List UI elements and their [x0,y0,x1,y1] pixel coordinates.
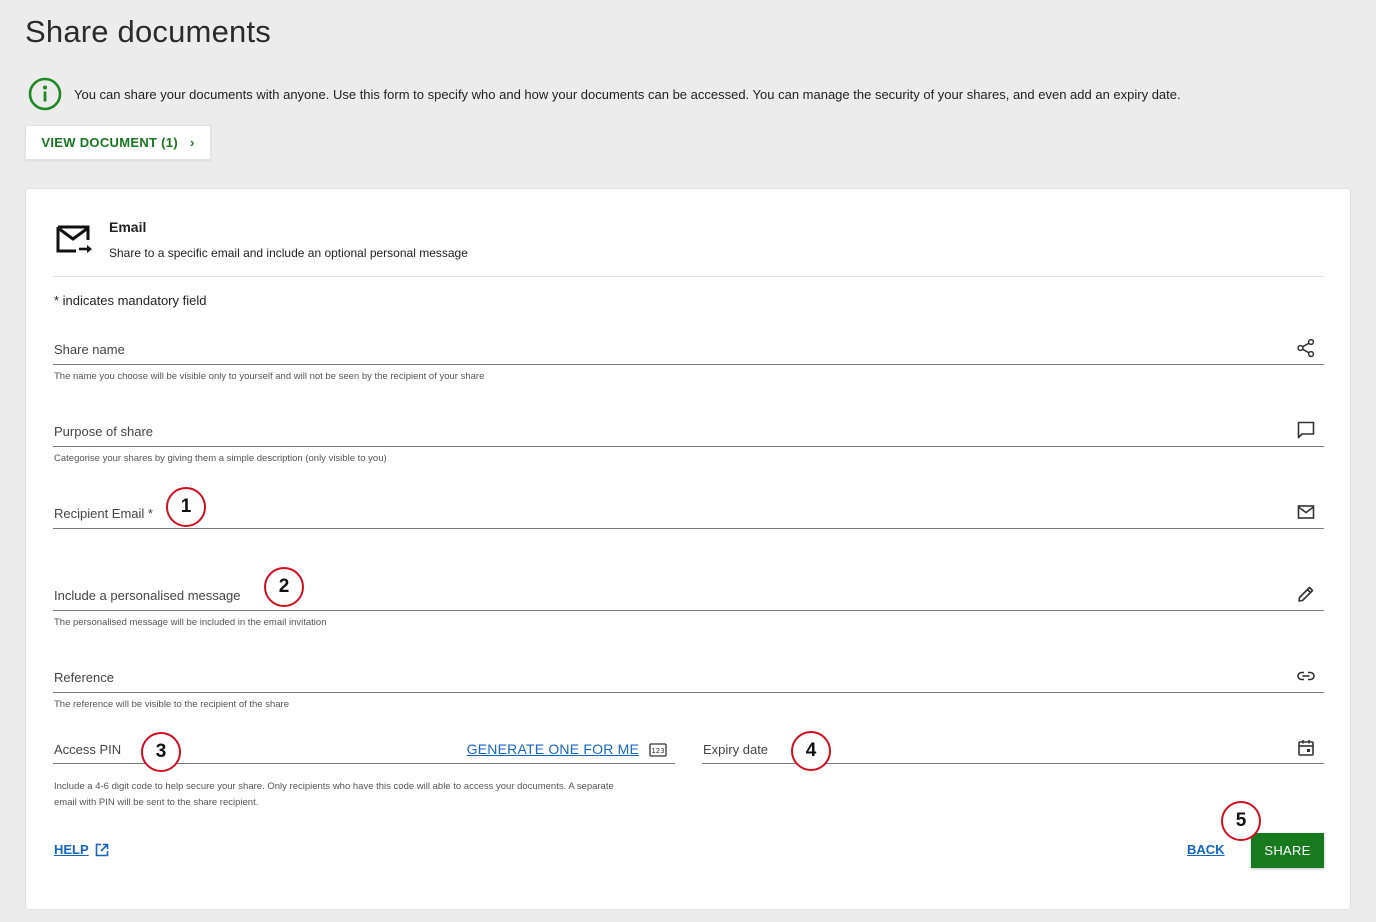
share-button[interactable]: SHARE [1251,833,1324,868]
reference-hint: The reference will be visible to the rec… [54,699,289,710]
chevron-right-icon: › [189,135,195,150]
page-title: Share documents [25,14,271,49]
email-send-icon [56,225,92,253]
access-pin-label: Access PIN [54,742,122,757]
view-document-button[interactable]: VIEW DOCUMENT (1) › [25,125,211,160]
generate-pin-link[interactable]: GENERATE ONE FOR ME [467,741,639,757]
info-icon [28,77,62,111]
purpose-label: Purpose of share [54,424,154,439]
svg-text:123: 123 [651,747,664,755]
back-link[interactable]: BACK [1187,842,1225,857]
calendar-icon [1298,740,1314,756]
annotation-marker: 3 [141,732,181,772]
info-text: You can share your documents with anyone… [74,86,1181,102]
pencil-icon [1298,586,1314,602]
link-icon [1297,671,1315,681]
keypad-123-icon: 123 [649,743,667,757]
mandatory-note: * indicates mandatory field [54,293,207,308]
reference-label: Reference [54,670,114,685]
access-pin-hint-2: email with PIN will be sent to the share… [54,797,259,808]
reference-field[interactable]: Reference [53,663,1324,693]
purpose-field[interactable]: Purpose of share [53,417,1324,447]
personalised-message-label: Include a personalised message [54,588,241,603]
share-name-hint: The name you choose will be visible only… [54,371,485,382]
email-title: Email [109,219,147,235]
view-document-label: VIEW DOCUMENT (1) [41,135,178,150]
share-form-card: Email Share to a specific email and incl… [25,188,1351,910]
annotation-marker: 2 [264,567,304,607]
help-label: HELP [54,842,89,857]
info-banner: You can share your documents with anyone… [28,77,1181,111]
access-pin-hint-1: Include a 4-6 digit code to help secure … [54,781,614,792]
annotation-marker: 1 [166,487,206,527]
comment-icon [1297,421,1315,439]
recipient-email-label: Recipient Email * [54,506,153,521]
share-name-field[interactable]: Share name [53,335,1324,365]
divider [53,276,1324,277]
share-name-label: Share name [54,342,125,357]
help-link[interactable]: HELP [54,842,109,857]
email-description: Share to a specific email and include an… [109,246,468,260]
purpose-hint: Categorise your shares by giving them a … [54,453,387,464]
expiry-date-label: Expiry date [703,742,769,757]
external-link-icon [95,843,108,856]
mail-icon [1297,505,1315,519]
recipient-email-field[interactable]: Recipient Email * [53,499,1324,529]
personalised-message-field[interactable]: Include a personalised message [53,581,1324,611]
annotation-marker: 4 [791,731,831,771]
share-icon [1297,338,1315,358]
personalised-message-hint: The personalised message will be include… [54,617,327,628]
annotation-marker: 5 [1221,801,1261,841]
